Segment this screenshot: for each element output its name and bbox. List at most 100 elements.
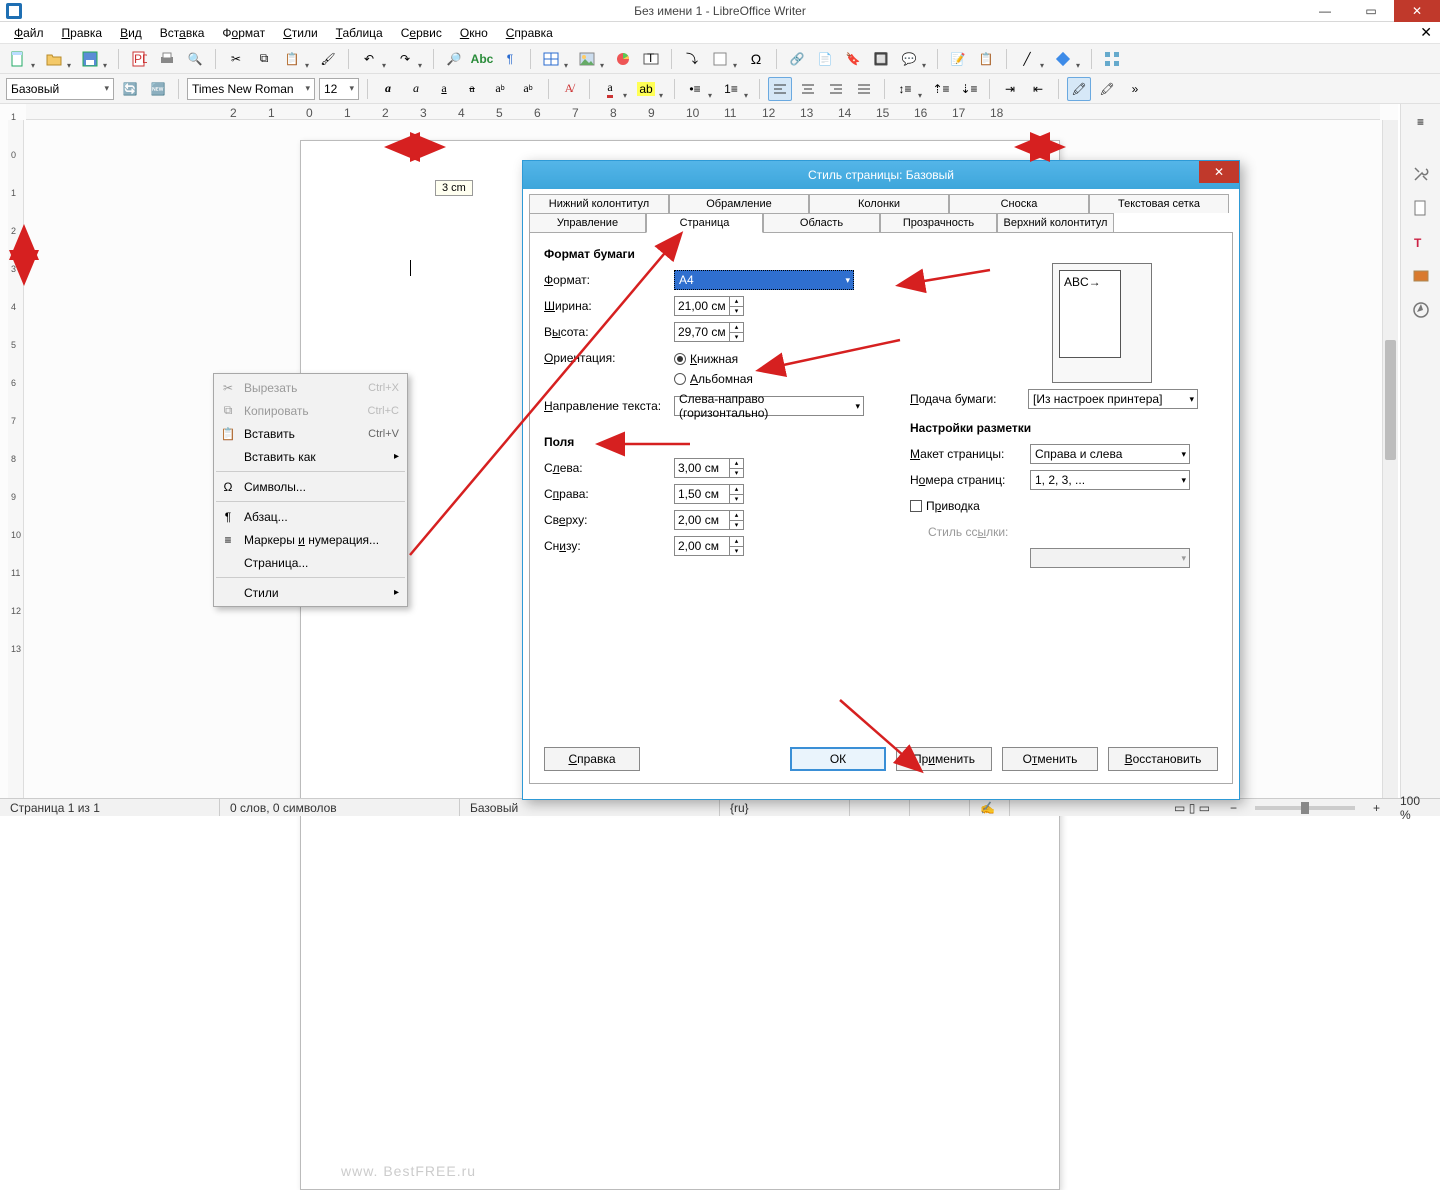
strikethrough-button[interactable]: a — [460, 77, 484, 101]
menu-file[interactable]: Файл — [6, 24, 52, 42]
ok-button[interactable]: ОК — [790, 747, 886, 771]
tab-borders[interactable]: Обрамление — [669, 194, 809, 213]
close-button[interactable]: ✕ — [1394, 0, 1440, 22]
align-left-button[interactable] — [768, 77, 792, 101]
align-right-button[interactable] — [824, 77, 848, 101]
margin-left-spinbox[interactable]: 3,00 см▴▾ — [674, 458, 744, 478]
ctx-bullets[interactable]: ≡Маркеры и нумерация... — [214, 528, 407, 551]
font-name-select[interactable]: Times New Roman — [187, 78, 315, 100]
height-spinbox[interactable]: 29,70 см▴▾ — [674, 322, 744, 342]
status-sel[interactable] — [910, 799, 970, 816]
help-button[interactable]: Справка — [544, 747, 640, 771]
ctx-styles[interactable]: Стили▸ — [214, 581, 407, 604]
more-icon[interactable]: » — [1123, 77, 1147, 101]
ctx-paste-as[interactable]: Вставить как▸ — [214, 445, 407, 468]
bookmark-button[interactable]: 🔖 — [841, 47, 865, 71]
insert-textbox-button[interactable]: T — [639, 47, 663, 71]
spellcheck-button[interactable]: Abc — [470, 47, 494, 71]
minimize-button[interactable]: — — [1302, 0, 1348, 22]
italic-button[interactable]: a — [404, 77, 428, 101]
horizontal-ruler[interactable]: 210123456789101112131415161718 — [26, 104, 1380, 120]
subscript-button[interactable]: ab — [516, 77, 540, 101]
highlight-button[interactable]: ab — [634, 77, 658, 101]
align-justify-button[interactable] — [852, 77, 876, 101]
sidebar-settings-icon[interactable]: ≡ — [1407, 108, 1435, 136]
menu-window[interactable]: Окно — [452, 24, 496, 42]
cancel-button[interactable]: Отменить — [1002, 747, 1098, 771]
grid-button[interactable] — [1100, 47, 1124, 71]
undo-button[interactable]: ↶ — [357, 47, 381, 71]
cross-ref-button[interactable]: 🔲 — [869, 47, 893, 71]
tab-area[interactable]: Область — [763, 213, 880, 233]
page-layout-select[interactable]: Справа и слева — [1030, 444, 1190, 464]
register-true-checkbox[interactable] — [910, 500, 922, 512]
status-sig-icon[interactable]: ✍ — [970, 799, 1010, 816]
numbering-button[interactable]: 1≡ — [719, 77, 743, 101]
page-numbers-select[interactable]: 1, 2, 3, ... — [1030, 470, 1190, 490]
restore-button[interactable]: Восстановить — [1108, 747, 1218, 771]
menu-view[interactable]: Вид — [112, 24, 150, 42]
tab-footnote[interactable]: Сноска — [949, 194, 1089, 213]
track-changes-button[interactable]: 📝 — [946, 47, 970, 71]
menu-insert[interactable]: Вставка — [152, 24, 213, 42]
status-lang[interactable]: {ru} — [720, 799, 850, 816]
update-style-button[interactable]: 🔄 — [118, 77, 142, 101]
insert-chart-button[interactable] — [611, 47, 635, 71]
redo-button[interactable]: ↷ — [393, 47, 417, 71]
copy-button[interactable]: ⧉ — [252, 47, 276, 71]
bullets-button[interactable]: •≡ — [683, 77, 707, 101]
status-page[interactable]: Страница 1 из 1 — [0, 799, 220, 816]
insert-symbol-button[interactable]: Ω — [744, 47, 768, 71]
comment-button[interactable]: 💬 — [897, 47, 921, 71]
status-style[interactable]: Базовый — [460, 799, 720, 816]
tab-transparency[interactable]: Прозрачность — [880, 213, 997, 233]
highlighting-brush2-icon[interactable]: 🖍 — [1095, 77, 1119, 101]
sidebar-properties-icon[interactable] — [1407, 160, 1435, 188]
menu-styles[interactable]: Стили — [275, 24, 326, 42]
status-words[interactable]: 0 слов, 0 символов — [220, 799, 460, 816]
ctx-symbols[interactable]: ΩСимволы... — [214, 475, 407, 498]
dialog-close-button[interactable]: ✕ — [1199, 161, 1239, 183]
footnote-button[interactable]: 📄 — [813, 47, 837, 71]
menu-table[interactable]: Таблица — [328, 24, 391, 42]
increase-indent-button[interactable]: ⇥ — [998, 77, 1022, 101]
margin-bottom-spinbox[interactable]: 2,00 см▴▾ — [674, 536, 744, 556]
line-spacing-button[interactable]: ↕≡ — [893, 77, 917, 101]
zoom-slider[interactable] — [1255, 806, 1355, 810]
tab-footer[interactable]: Нижний колонтитул — [529, 194, 669, 213]
new-style-button[interactable]: 🆕 — [146, 77, 170, 101]
zoom-out-button[interactable]: − — [1220, 799, 1247, 816]
textdir-select[interactable]: Слева-направо (горизонтально) — [674, 396, 864, 416]
highlighting-brush-icon[interactable]: 🖍 — [1067, 77, 1091, 101]
insert-field-button[interactable] — [708, 47, 732, 71]
hyperlink-button[interactable]: 🔗 — [785, 47, 809, 71]
bold-button[interactable]: a — [376, 77, 400, 101]
apply-button[interactable]: Применить — [896, 747, 992, 771]
paragraph-style-select[interactable]: Базовый — [6, 78, 114, 100]
insert-table-button[interactable] — [539, 47, 563, 71]
ctx-page[interactable]: Страница... — [214, 551, 407, 574]
radio-landscape[interactable] — [674, 373, 686, 385]
tab-header[interactable]: Верхний колонтитул — [997, 213, 1114, 233]
decrease-spacing-button[interactable]: ⇣≡ — [957, 77, 981, 101]
print-button[interactable] — [155, 47, 179, 71]
menu-help[interactable]: Справка — [498, 24, 561, 42]
underline-button[interactable]: a — [432, 77, 456, 101]
status-insert[interactable] — [850, 799, 910, 816]
margin-top-spinbox[interactable]: 2,00 см▴▾ — [674, 510, 744, 530]
sidebar-styles-icon[interactable]: T — [1407, 228, 1435, 256]
font-size-select[interactable]: 12 — [319, 78, 359, 100]
record-changes-button[interactable]: 📋 — [974, 47, 998, 71]
sidebar-page-icon[interactable] — [1407, 194, 1435, 222]
find-replace-button[interactable]: 🔎 — [442, 47, 466, 71]
tab-textgrid[interactable]: Текстовая сетка — [1089, 194, 1229, 213]
tab-columns[interactable]: Колонки — [809, 194, 949, 213]
close-document-button[interactable]: ✕ — [1420, 24, 1432, 41]
format-select[interactable]: A4 — [674, 270, 854, 290]
shapes-button[interactable] — [1051, 47, 1075, 71]
formatting-marks-button[interactable]: ¶ — [498, 47, 522, 71]
sidebar-gallery-icon[interactable] — [1407, 262, 1435, 290]
cut-button[interactable]: ✂ — [224, 47, 248, 71]
margin-right-spinbox[interactable]: 1,50 см▴▾ — [674, 484, 744, 504]
font-color-button[interactable]: a — [598, 77, 622, 101]
